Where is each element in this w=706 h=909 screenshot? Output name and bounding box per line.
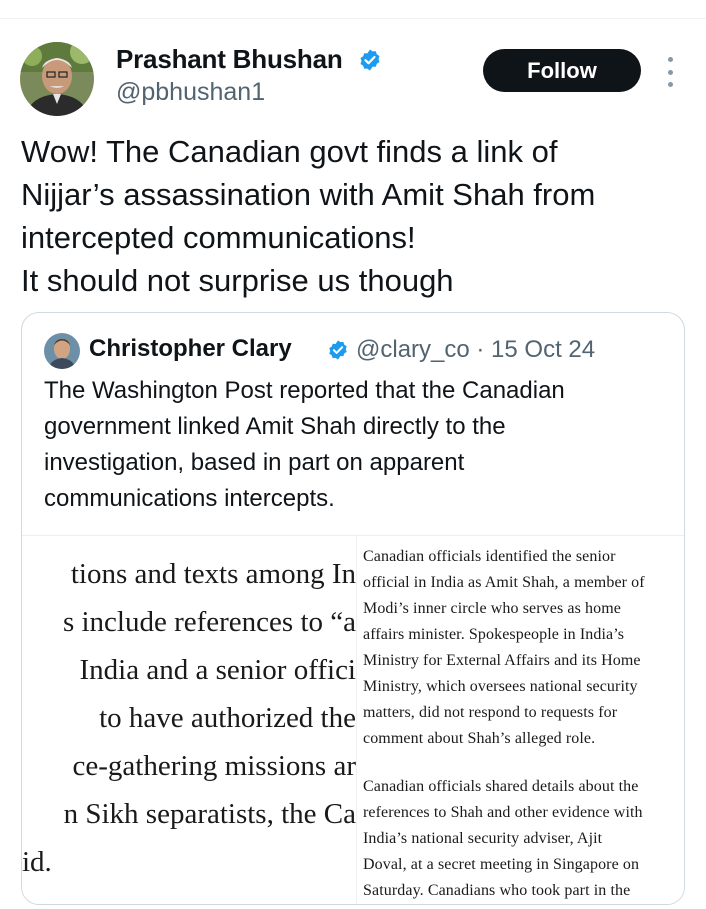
- article-line: s include references to “a: [62, 606, 356, 638]
- verified-badge-icon: [327, 339, 349, 361]
- article-line: Canadian officials shared details about …: [363, 778, 639, 795]
- tweet-text-line: It should not surprise us though: [21, 263, 454, 298]
- article-line: Doval, at a secret meeting in Singapore …: [363, 856, 640, 873]
- tweet-text-line: Nijjar’s assassination with Amit Shah fr…: [21, 177, 596, 212]
- article-line: matters, did not respond to requests for: [363, 704, 618, 721]
- quote-text: The Washington Post reported that the Ca…: [44, 373, 664, 517]
- quote-text-line: communications intercepts.: [44, 485, 335, 512]
- article-left-column: tions and texts among In s include refer…: [22, 536, 356, 904]
- article-line: ce-gathering missions ar: [72, 750, 356, 782]
- tweet-text: Wow! The Canadian govt finds a link of N…: [21, 130, 691, 302]
- article-line: Ministry for External Affairs and its Ho…: [363, 652, 641, 669]
- article-screenshot-image[interactable]: tions and texts among In s include refer…: [22, 535, 684, 904]
- author-avatar[interactable]: [20, 42, 94, 116]
- article-line: Canadian officials identified the senior: [363, 548, 616, 565]
- top-divider: [0, 18, 706, 19]
- quote-text-line: government linked Amit Shah directly to …: [44, 413, 506, 440]
- article-line: tions and texts among In: [70, 558, 356, 590]
- tweet-text-line: Wow! The Canadian govt finds a link of: [21, 134, 558, 169]
- quoted-tweet-card[interactable]: Christopher Clary @clary_co · 15 Oct 24 …: [21, 312, 685, 905]
- quote-author-avatar: [44, 333, 80, 369]
- article-line: to have authorized the: [99, 702, 356, 734]
- article-line: n Sikh separatists, the Ca: [63, 798, 356, 830]
- article-line: official in India as Amit Shah, a member…: [363, 574, 645, 591]
- quote-handle-date[interactable]: @clary_co · 15 Oct 24: [356, 336, 595, 364]
- more-vertical-icon[interactable]: [660, 57, 680, 87]
- quote-text-line: The Washington Post reported that the Ca…: [44, 377, 565, 404]
- article-line: Ministry, which oversees national securi…: [363, 678, 638, 695]
- article-line: id.: [22, 846, 52, 878]
- author-handle[interactable]: @pbhushan1: [116, 78, 265, 107]
- author-name[interactable]: Prashant Bhushan: [116, 44, 343, 75]
- quote-author-name[interactable]: Christopher Clary: [89, 335, 292, 363]
- quote-text-line: investigation, based in part on apparent: [44, 449, 465, 476]
- article-line: comment about Shah’s alleged role.: [363, 730, 596, 747]
- article-line: India’s national security adviser, Ajit: [363, 830, 603, 847]
- article-line: references to Shah and other evidence wi…: [363, 804, 643, 821]
- article-line: affairs minister. Spokespeople in India’…: [363, 626, 625, 643]
- article-line: Modi’s inner circle who serves as home: [363, 600, 621, 617]
- article-line: India and a senior offici: [79, 654, 356, 686]
- tweet-text-line: intercepted communications!: [21, 220, 416, 255]
- article-line: Saturday. Canadians who took part in the: [363, 882, 631, 899]
- article-right-column: Canadian officials identified the senior…: [356, 536, 684, 904]
- verified-badge-icon: [358, 48, 382, 72]
- follow-button[interactable]: Follow: [483, 49, 641, 92]
